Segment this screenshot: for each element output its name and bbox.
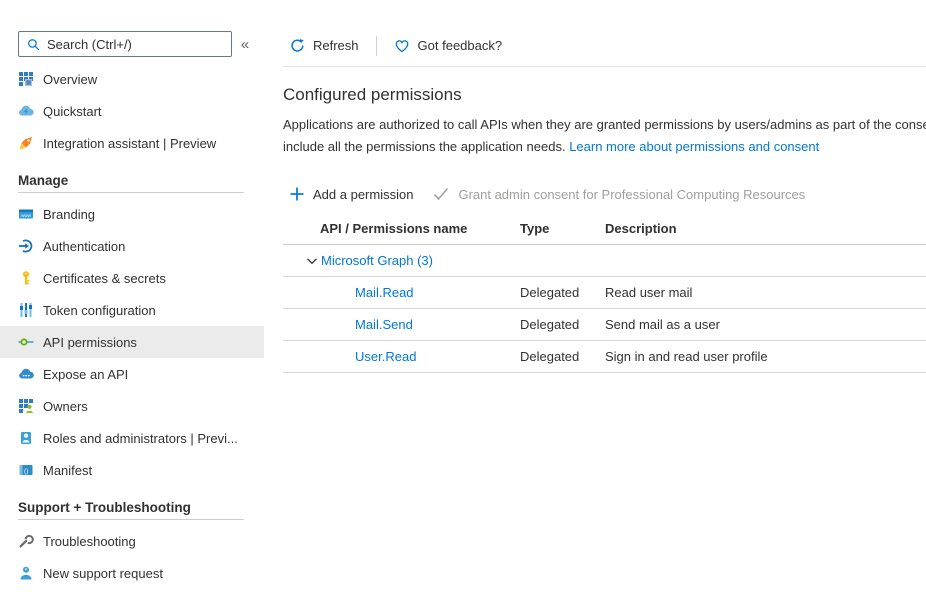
grant-admin-consent-button[interactable]: Grant admin consent for Professional Com… xyxy=(433,187,805,202)
column-header-name: API / Permissions name xyxy=(320,221,520,236)
svg-text:(): () xyxy=(24,468,28,475)
add-permission-button[interactable]: Add a permission xyxy=(290,187,413,202)
table-row: Mail.Read Delegated Read user mail xyxy=(283,277,926,309)
permissions-description: Applications are authorized to call APIs… xyxy=(283,114,926,158)
sidebar-support-list: Troubleshooting New support request xyxy=(0,525,264,589)
sidebar-item-label: Manifest xyxy=(43,463,100,478)
refresh-icon xyxy=(290,38,305,53)
divider xyxy=(18,192,244,193)
sidebar-item-label: API permissions xyxy=(43,335,145,350)
sidebar-section-manage: Manage xyxy=(0,168,264,192)
sidebar-item-manifest[interactable]: () Manifest xyxy=(0,454,264,486)
permission-actions: Add a permission Grant admin consent for… xyxy=(283,179,926,209)
permission-type: Delegated xyxy=(520,349,605,364)
description-line-1: Applications are authorized to call APIs… xyxy=(283,114,926,136)
token-configuration-icon xyxy=(18,302,34,318)
command-bar: Refresh Got feedback? xyxy=(283,25,926,67)
plus-icon xyxy=(290,187,304,201)
refresh-label: Refresh xyxy=(313,38,359,53)
table-row: User.Read Delegated Sign in and read use… xyxy=(283,341,926,373)
collapse-sidebar-icon[interactable]: « xyxy=(232,36,258,53)
authentication-icon xyxy=(18,238,34,254)
permission-description: Read user mail xyxy=(605,285,926,300)
main-content: Refresh Got feedback? Configured permiss… xyxy=(283,0,926,373)
sidebar-item-label: Troubleshooting xyxy=(43,534,144,549)
permission-link[interactable]: Mail.Read xyxy=(355,285,414,300)
sidebar-item-authentication[interactable]: Authentication xyxy=(0,230,264,262)
sidebar-item-label: Roles and administrators | Previ... xyxy=(43,431,246,446)
sidebar-item-label: New support request xyxy=(43,566,171,581)
description-line-2: include all the permissions the applicat… xyxy=(283,136,926,158)
toolbar-separator xyxy=(376,36,377,56)
sidebar-item-label: Owners xyxy=(43,399,96,414)
permission-link[interactable]: User.Read xyxy=(355,349,416,364)
sidebar-item-label: Token configuration xyxy=(43,303,164,318)
sidebar-item-token-configuration[interactable]: Token configuration xyxy=(0,294,264,326)
roles-administrators-icon xyxy=(18,430,34,446)
chevron-down-icon xyxy=(306,255,318,267)
branding-icon: www xyxy=(18,206,34,222)
grant-admin-consent-label: Grant admin consent for Professional Com… xyxy=(458,187,805,202)
permission-type: Delegated xyxy=(520,317,605,332)
permissions-table: API / Permissions name Type Description … xyxy=(283,213,926,373)
permission-type: Delegated xyxy=(520,285,605,300)
api-permissions-icon xyxy=(18,334,34,350)
sidebar-item-integration-assistant[interactable]: Integration assistant | Preview xyxy=(0,127,264,159)
sidebar-item-branding[interactable]: www Branding xyxy=(0,198,264,230)
sidebar-item-owners[interactable]: Owners xyxy=(0,390,264,422)
permission-description: Send mail as a user xyxy=(605,317,926,332)
owners-icon xyxy=(18,398,34,414)
svg-text:www: www xyxy=(21,213,32,218)
sidebar-manage-list: www Branding Authentication Certificates… xyxy=(0,198,264,486)
permission-link[interactable]: Mail.Send xyxy=(355,317,413,332)
sidebar-item-troubleshooting[interactable]: Troubleshooting xyxy=(0,525,264,557)
sidebar-item-api-permissions[interactable]: API permissions xyxy=(0,326,264,358)
group-label-link[interactable]: Microsoft Graph (3) xyxy=(321,253,433,268)
sidebar-item-quickstart[interactable]: Quickstart xyxy=(0,95,264,127)
expose-api-icon xyxy=(18,366,34,382)
refresh-button[interactable]: Refresh xyxy=(290,38,359,53)
table-row: Mail.Send Delegated Send mail as a user xyxy=(283,309,926,341)
sidebar-item-label: Overview xyxy=(43,72,105,87)
page-title: Configured permissions xyxy=(283,85,926,105)
search-box[interactable] xyxy=(18,31,232,57)
table-group-row: Microsoft Graph (3) xyxy=(283,245,926,277)
microsoft-graph-group[interactable]: Microsoft Graph (3) xyxy=(306,253,520,268)
divider xyxy=(18,519,244,520)
permission-description: Sign in and read user profile xyxy=(605,349,926,364)
table-header-row: API / Permissions name Type Description xyxy=(283,213,926,245)
sidebar-search-row: « xyxy=(0,31,264,57)
sidebar-section-support: Support + Troubleshooting xyxy=(0,495,264,519)
sidebar-item-overview[interactable]: Overview xyxy=(0,63,264,95)
search-icon xyxy=(27,38,40,51)
overview-icon xyxy=(18,71,34,87)
column-header-description: Description xyxy=(605,221,926,236)
got-feedback-label: Got feedback? xyxy=(418,38,503,53)
add-permission-label: Add a permission xyxy=(313,187,413,202)
check-icon xyxy=(433,187,449,201)
sidebar-item-new-support-request[interactable]: New support request xyxy=(0,557,264,589)
sidebar-item-label: Authentication xyxy=(43,239,133,254)
got-feedback-button[interactable]: Got feedback? xyxy=(394,38,503,54)
sidebar-item-label: Quickstart xyxy=(43,104,110,119)
learn-more-link[interactable]: Learn more about permissions and consent xyxy=(569,139,819,154)
new-support-request-icon xyxy=(18,565,34,581)
column-header-type: Type xyxy=(520,221,605,236)
sidebar-item-certificates-secrets[interactable]: Certificates & secrets xyxy=(0,262,264,294)
sidebar: « Overview Quickstart Integration assist… xyxy=(0,0,264,599)
sidebar-item-expose-an-api[interactable]: Expose an API xyxy=(0,358,264,390)
sidebar-nav: Overview Quickstart Integration assistan… xyxy=(0,63,264,159)
sidebar-item-label: Expose an API xyxy=(43,367,136,382)
sidebar-item-roles-administrators[interactable]: Roles and administrators | Previ... xyxy=(0,422,264,454)
certificates-secrets-icon xyxy=(18,270,34,286)
integration-assistant-icon xyxy=(18,135,34,151)
sidebar-item-label: Branding xyxy=(43,207,103,222)
heart-icon xyxy=(394,38,410,54)
sidebar-item-label: Integration assistant | Preview xyxy=(43,136,224,151)
sidebar-item-label: Certificates & secrets xyxy=(43,271,174,286)
search-input[interactable] xyxy=(47,37,223,52)
quickstart-icon xyxy=(18,103,34,119)
troubleshooting-icon xyxy=(18,533,34,549)
manifest-icon: () xyxy=(18,462,34,478)
